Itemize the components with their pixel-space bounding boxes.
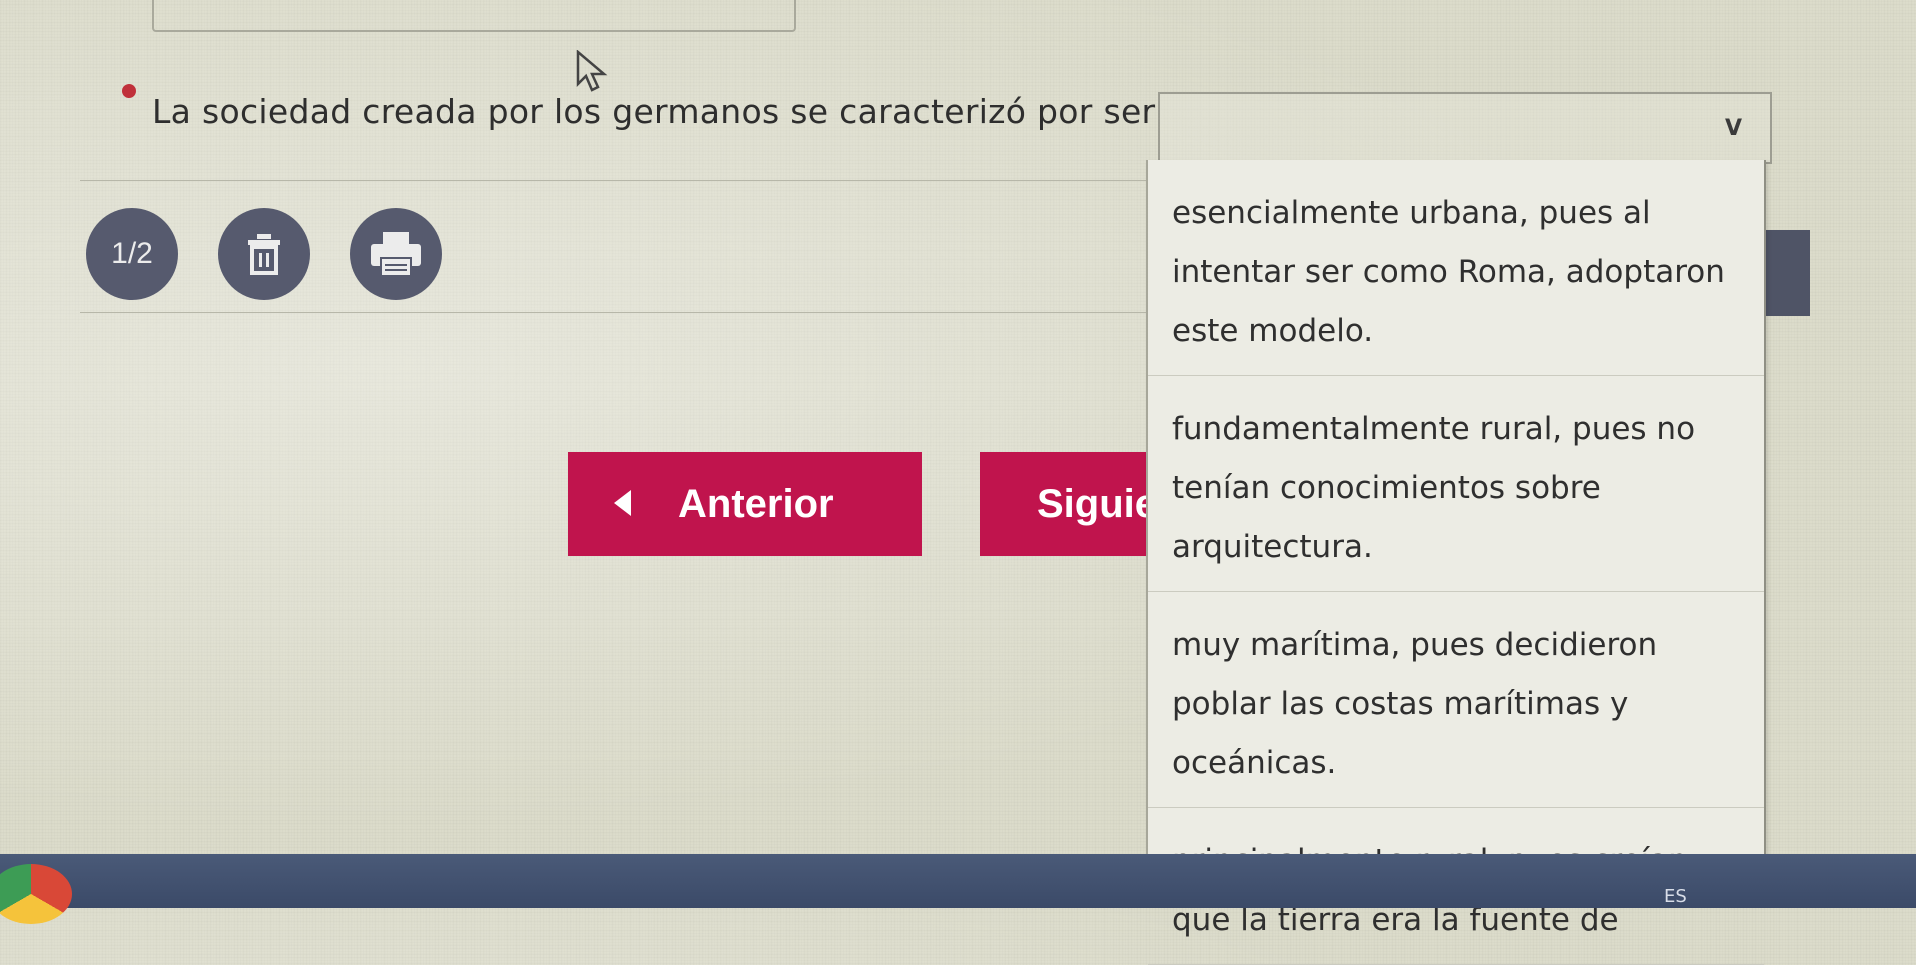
mouse-cursor-icon (576, 49, 610, 96)
language-indicator[interactable]: ES (1664, 886, 1687, 907)
question-bullet (122, 84, 136, 98)
dropdown-option[interactable]: esencialmente urbana, pues al intentar s… (1148, 160, 1764, 376)
trash-icon (248, 234, 280, 275)
previous-answer-field[interactable] (152, 0, 796, 32)
previous-button[interactable]: Anterior (568, 452, 922, 556)
triangle-left-icon (614, 490, 631, 516)
next-button[interactable]: Siguiente (980, 452, 1170, 556)
answer-select[interactable]: V (1158, 92, 1772, 164)
question-text: La sociedad creada por los germanos se c… (152, 92, 1156, 131)
divider (80, 312, 1150, 313)
chrome-icon[interactable] (0, 864, 72, 924)
chevron-down-icon[interactable]: V (1725, 116, 1742, 141)
taskbar: ES (0, 854, 1916, 924)
dropdown-option[interactable]: muy marítima, pues decidieron poblar las… (1148, 592, 1764, 808)
divider (80, 180, 1150, 181)
printer-icon (371, 232, 421, 277)
print-button[interactable] (350, 208, 442, 300)
delete-button[interactable] (218, 208, 310, 300)
side-panel-tab (1760, 230, 1810, 316)
page-indicator-label: 1/2 (111, 237, 153, 270)
previous-button-label: Anterior (678, 481, 834, 526)
page-indicator-button[interactable]: 1/2 (86, 208, 178, 300)
dropdown-option[interactable]: fundamentalmente rural, pues no tenían c… (1148, 376, 1764, 592)
answer-dropdown-list[interactable]: esencialmente urbana, pues al intentar s… (1146, 160, 1766, 965)
